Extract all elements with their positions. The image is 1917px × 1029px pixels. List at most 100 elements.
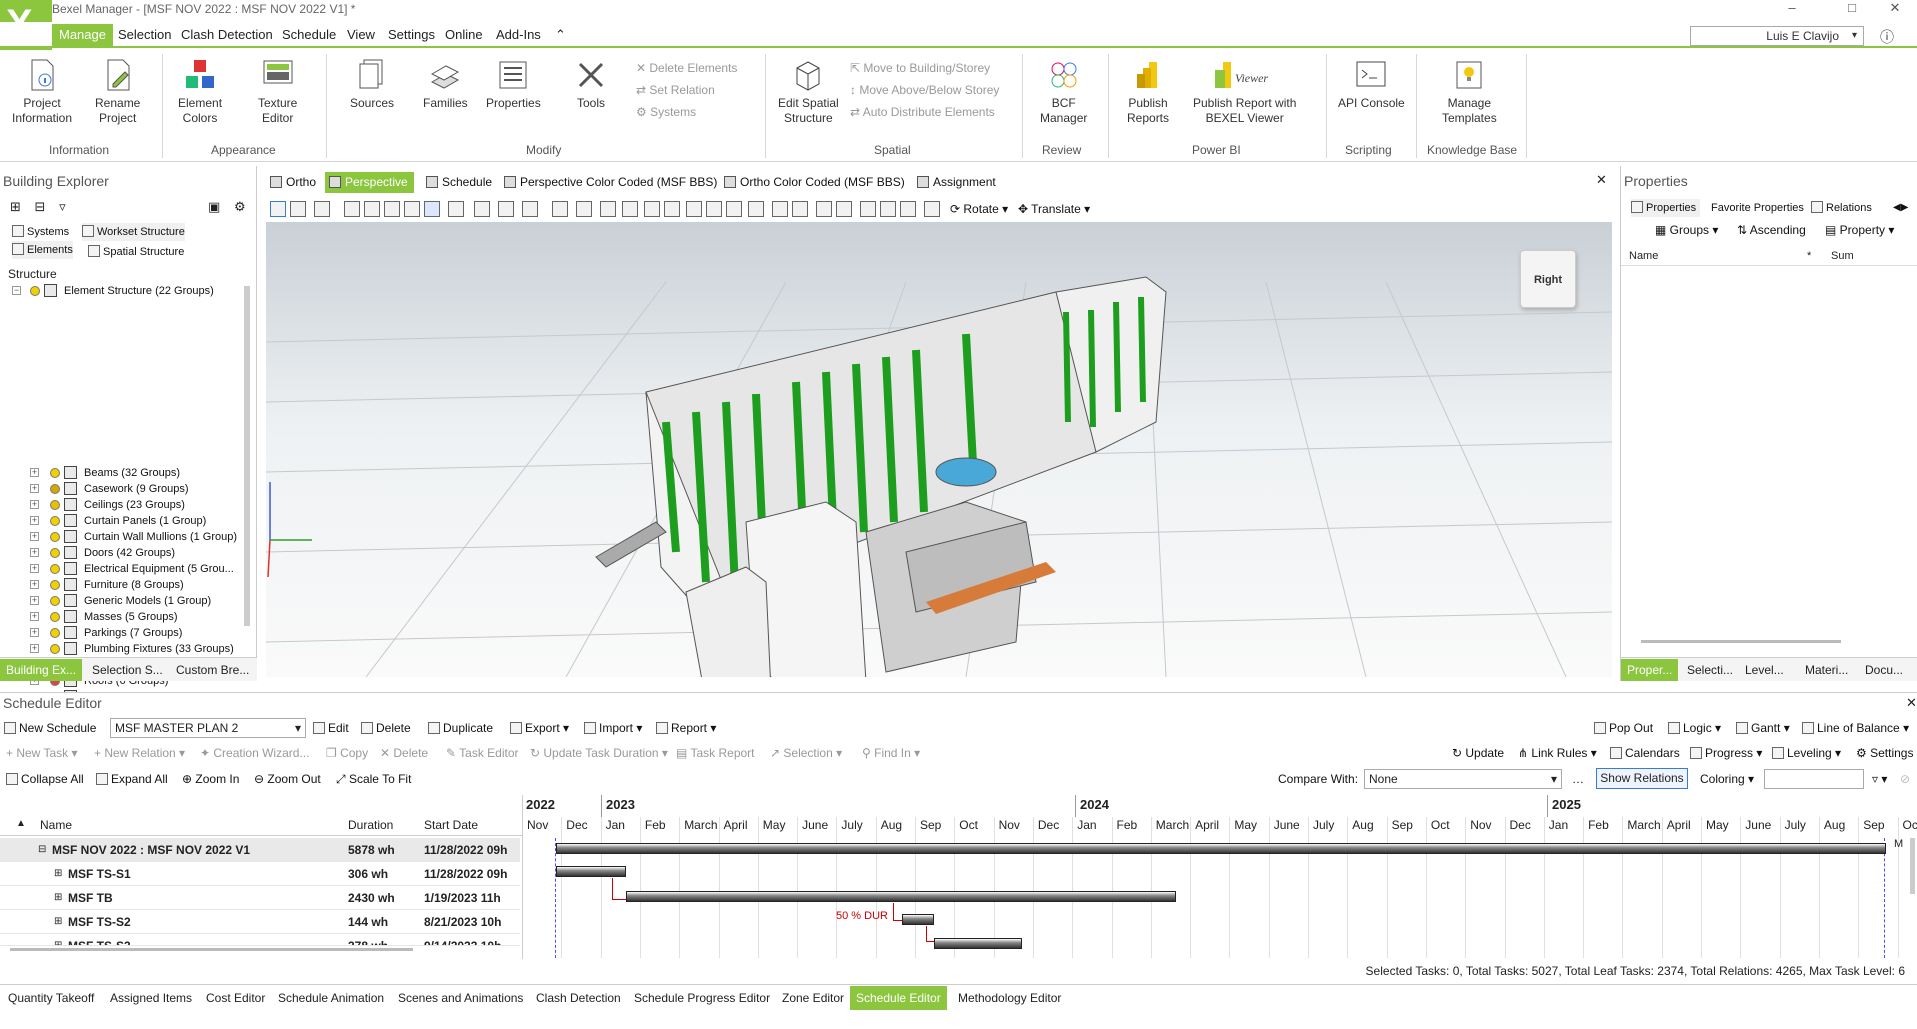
publish-reports-button[interactable]: Publish Reports bbox=[1127, 58, 1169, 126]
props-tab-properties[interactable]: Properties bbox=[1631, 199, 1701, 217]
visibility-icon[interactable] bbox=[50, 532, 60, 542]
viewport-tool-icon[interactable] bbox=[880, 201, 896, 217]
export-button[interactable]: Export ▾ bbox=[510, 719, 569, 737]
col-duration-header[interactable]: Duration bbox=[348, 818, 393, 832]
new-schedule-button[interactable]: New Schedule bbox=[4, 719, 96, 737]
collapse-toggle[interactable]: − bbox=[12, 286, 21, 295]
zoom-out-button[interactable]: ⊖ Zoom Out bbox=[254, 770, 321, 788]
show-relations-toggle[interactable]: Show Relations bbox=[1596, 768, 1688, 789]
tab-online[interactable]: Online bbox=[438, 24, 490, 46]
view-cube[interactable]: Right bbox=[1520, 250, 1576, 308]
pop-out-button[interactable]: Pop Out bbox=[1594, 719, 1653, 737]
maximize-button[interactable]: □ bbox=[1830, 0, 1874, 17]
auto-distribute-button[interactable]: ⇄ Auto Distribute Elements bbox=[850, 102, 995, 122]
sources-button[interactable]: Sources bbox=[350, 58, 394, 111]
edit-spatial-structure-button[interactable]: Edit Spatial Structure bbox=[778, 58, 839, 126]
viewport-tool-icon[interactable] bbox=[552, 201, 568, 217]
gantt-v-scrollbar[interactable] bbox=[1910, 838, 1915, 894]
creation-wizard-button[interactable]: ✦ Creation Wizard... bbox=[200, 744, 309, 762]
tab-properties[interactable]: Proper... bbox=[1621, 659, 1679, 681]
rotate-dropdown[interactable]: ⟳ Rotate ▾ bbox=[950, 200, 1008, 218]
viewport-tool-icon[interactable] bbox=[290, 201, 306, 217]
minimize-button[interactable]: – bbox=[1770, 0, 1814, 17]
expand-toggle[interactable]: ⊞ bbox=[54, 910, 62, 933]
publish-report-viewer-button[interactable]: Viewer Publish Report with BEXEL Viewer bbox=[1193, 58, 1296, 126]
link-rules-button[interactable]: ⋔ Link Rules ▾ bbox=[1518, 744, 1597, 762]
element-colors-button[interactable]: Element Colors bbox=[178, 58, 222, 126]
bottom-tab[interactable]: Zone Editor bbox=[776, 986, 850, 1010]
rename-project-button[interactable]: Rename Project bbox=[95, 58, 140, 126]
tab-schedule[interactable]: Schedule bbox=[275, 24, 343, 46]
progress-button[interactable]: Progress ▾ bbox=[1690, 744, 1762, 762]
calendars-button[interactable]: Calendars bbox=[1610, 744, 1680, 762]
viewport-tool-icon[interactable] bbox=[748, 201, 764, 217]
gantt-summary-bar[interactable] bbox=[556, 843, 1886, 854]
explorer-tab-spatial[interactable]: Spatial Structure bbox=[88, 243, 184, 261]
manage-templates-button[interactable]: Manage Templates bbox=[1442, 58, 1497, 126]
viewport-tool-icon[interactable] bbox=[498, 201, 514, 217]
viewport-tool-icon[interactable] bbox=[860, 201, 876, 217]
schedule-select[interactable]: MSF MASTER PLAN 2 ▾ bbox=[110, 718, 306, 738]
visibility-icon[interactable] bbox=[50, 468, 60, 478]
expand-all-button[interactable]: Expand All bbox=[96, 770, 168, 788]
expand-toggle[interactable]: + bbox=[30, 612, 39, 621]
gantt-button[interactable]: Gantt ▾ bbox=[1736, 719, 1790, 737]
visibility-icon[interactable] bbox=[50, 612, 60, 622]
bottom-tab[interactable]: Cost Editor bbox=[200, 986, 271, 1010]
tab-levels[interactable]: Level... bbox=[1739, 659, 1790, 681]
props-tab-favorite[interactable]: Favorite Properties bbox=[1711, 199, 1804, 217]
viewport-tool-icon[interactable] bbox=[314, 201, 330, 217]
new-task-button[interactable]: + New Task ▾ bbox=[6, 744, 78, 762]
tab-materials[interactable]: Materi... bbox=[1799, 659, 1854, 681]
tools-button[interactable]: Tools bbox=[574, 58, 608, 111]
duplicate-button[interactable]: Duplicate bbox=[428, 719, 493, 737]
viewport-tool-icon[interactable] bbox=[644, 201, 660, 217]
props-tab-relations[interactable]: Relations bbox=[1811, 199, 1872, 217]
selection-dropdown[interactable]: ↗ Selection ▾ bbox=[770, 744, 842, 762]
visibility-icon[interactable] bbox=[50, 564, 60, 574]
viewport-tool-icon[interactable] bbox=[600, 201, 616, 217]
close-button[interactable]: ✕ bbox=[1873, 0, 1917, 17]
expand-toggle[interactable]: + bbox=[30, 644, 39, 653]
grid-h-scrollbar[interactable] bbox=[10, 948, 413, 951]
viewport-tool-icon[interactable] bbox=[772, 201, 788, 217]
props-scrollbar[interactable] bbox=[1641, 640, 1841, 643]
viewport-tool-icon[interactable] bbox=[706, 201, 722, 217]
visibility-icon[interactable] bbox=[50, 580, 60, 590]
task-row[interactable]: ⊞ MSF TB 2430 wh 1/19/2023 11h bbox=[0, 886, 520, 910]
import-button[interactable]: Import ▾ bbox=[584, 719, 642, 737]
view-tab-perspective-color[interactable]: Perspective Color Coded (MSF BBS) bbox=[500, 172, 717, 193]
viewport-tool-icon[interactable] bbox=[448, 201, 464, 217]
tab-selection[interactable]: Selection bbox=[111, 24, 178, 46]
visibility-icon[interactable] bbox=[50, 628, 60, 638]
viewport-tool-icon[interactable] bbox=[900, 201, 916, 217]
viewport-tool-icon[interactable] bbox=[686, 201, 702, 217]
line-of-balance-button[interactable]: Line of Balance ▾ bbox=[1802, 719, 1909, 737]
api-console-button[interactable]: API Console bbox=[1338, 58, 1405, 111]
visibility-icon[interactable] bbox=[50, 644, 60, 654]
tab-manage[interactable]: Manage bbox=[52, 24, 113, 46]
leveling-button[interactable]: Leveling ▾ bbox=[1772, 744, 1841, 762]
zoom-in-button[interactable]: ⊕ Zoom In bbox=[182, 770, 239, 788]
task-report-button[interactable]: ▤ Task Report bbox=[676, 744, 755, 762]
viewport-tool-icon[interactable] bbox=[522, 201, 538, 217]
viewport-tool-icon[interactable] bbox=[664, 201, 680, 217]
close-view-icon[interactable]: ✕ bbox=[1596, 172, 1607, 188]
delete-task-button[interactable]: ✕ Delete bbox=[380, 744, 428, 762]
view-tab-ortho-color[interactable]: Ortho Color Coded (MSF BBS) bbox=[720, 172, 905, 193]
bottom-tab[interactable]: Assigned Items bbox=[104, 986, 198, 1010]
settings-icon[interactable]: ⚙ bbox=[234, 199, 246, 215]
viewport-tool-icon[interactable] bbox=[384, 201, 400, 217]
visibility-icon[interactable] bbox=[50, 484, 60, 494]
compare-with-select[interactable]: None ▾ bbox=[1364, 769, 1562, 789]
gantt-bar-tb[interactable] bbox=[626, 891, 1176, 902]
families-button[interactable]: Families bbox=[423, 58, 468, 111]
view-tab-assignment[interactable]: Assignment bbox=[913, 172, 996, 193]
viewport-tool-icon[interactable] bbox=[474, 201, 490, 217]
explorer-tab-workset[interactable]: Workset Structure bbox=[82, 223, 185, 241]
viewport-tool-icon[interactable] bbox=[344, 201, 360, 217]
property-dropdown[interactable]: ▤ Property ▾ bbox=[1825, 221, 1894, 239]
filter-funnel-icon[interactable]: ▿ ▾ bbox=[1872, 770, 1887, 788]
bottom-tab[interactable]: Schedule Animation bbox=[272, 986, 390, 1010]
viewport-tool-icon[interactable] bbox=[816, 201, 832, 217]
